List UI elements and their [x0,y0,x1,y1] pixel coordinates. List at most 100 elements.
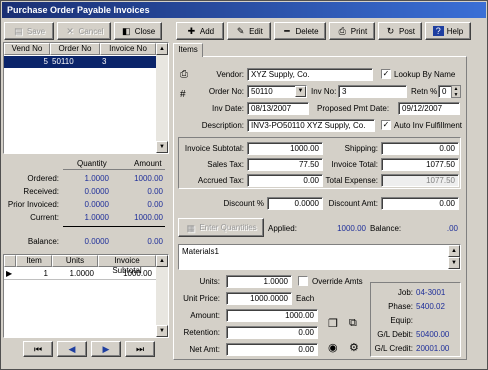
scroll-down-icon[interactable]: ▼ [156,325,168,337]
auto-fulfillment-label: Auto Inv Fulfillment [394,121,463,130]
window-title: Purchase Order Payable Invoices [2,2,486,18]
applied-label: Applied: [268,224,297,233]
col-order-no[interactable]: Order No [50,43,100,55]
inv-date-label: Inv Date: [211,104,244,113]
equip-label: Equip: [390,316,413,325]
scroll-up-icon[interactable]: ▲ [156,43,168,55]
accrued-tax-field[interactable]: 0.00 [247,174,323,187]
prior-invoiced-label: Prior Invoiced: [7,200,59,209]
row-pointer-icon: ▶ [6,269,13,278]
subtotal-field[interactable]: 1000.00 [247,142,323,155]
units-cell: 1.0000 [69,269,94,278]
print-button[interactable]: ⎙ Print [329,22,375,40]
amt-header: Amount [134,159,162,168]
col-item[interactable]: Item [16,255,52,267]
qty-header: Quantity [77,159,107,168]
prev-record-button[interactable]: ◀ [57,341,87,357]
description-label: Description: [201,121,244,130]
items-grid: Item Units Invoice Subtotal ▶ 1 1.0000 1… [3,254,169,338]
scroll-down-icon[interactable]: ▼ [156,141,168,153]
last-record-button[interactable]: ⏭ [125,341,155,357]
received-qty: 0.0000 [84,187,109,196]
description-field[interactable]: INV3-PO50110 XYZ Supply, Co. [247,119,375,132]
auto-fulfillment-checkbox[interactable]: ✓ [381,120,391,130]
ordered-qty: 1.0000 [84,174,109,183]
divider [63,226,165,227]
override-amts-checkbox[interactable] [298,276,308,286]
vendor-label: Vendor: [216,70,244,79]
inv-date-field[interactable]: 08/13/2007 [247,102,309,115]
gl-credit-value: 20001.00 [416,344,450,353]
cancel-button[interactable]: ✕ Cancel [57,22,111,40]
job-info-panel: Job: 04-3001 Phase: 5400.02 Equip: G/L D… [370,282,461,357]
printer-icon[interactable]: ⎙ [180,69,188,80]
sales-tax-field[interactable]: 77.50 [247,158,323,171]
col-invoice-no[interactable]: Invoice No [100,43,156,55]
retention-field[interactable]: 0.00 [226,326,318,339]
discount-pct-label: Discount % [223,199,264,208]
prev-arrow-icon: ◀ [68,344,76,354]
add-label: Add [199,26,215,36]
delete-button[interactable]: ━ Delete [274,22,326,40]
divider [63,169,165,170]
save-button[interactable]: ▤ Save [4,22,54,40]
items-tab-panel: ⎙ # Vendor: XYZ Supply, Co. ✓ Lookup By … [173,56,467,360]
col-invoice-subtotal[interactable]: Invoice Subtotal [98,255,156,275]
unit-price-label: Unit Price: [183,294,220,303]
list-row[interactable]: 5 50110 3 [4,56,156,68]
order-no-cell: 50110 [52,57,74,66]
pmt-date-field[interactable]: 09/12/2007 [398,102,460,115]
invoice-total-field[interactable]: 1077.50 [381,158,459,171]
net-amt-field[interactable]: 0.00 [226,343,318,356]
ordered-amt: 1000.00 [134,174,163,183]
memo-field[interactable]: Materials1 ▲ ▼ [178,244,461,270]
lookup-by-name-checkbox[interactable]: ✓ [381,69,391,79]
row-indicator-header [4,255,16,267]
gl-debit-label: G/L Debit: [377,330,413,339]
globe-icon[interactable]: ◉ [328,341,338,354]
split-icon[interactable]: ⧉ [349,317,357,330]
list-scrollbar[interactable]: ▲ ▼ [156,43,168,153]
table-row[interactable]: ▶ 1 1.0000 1000.00 [4,268,156,280]
last-icon: ⏭ [135,344,145,354]
tab-items[interactable]: Items [173,43,203,57]
pmt-date-label: Proposed Pmt Date: [317,104,390,113]
retn-spinner-icon[interactable]: ▲ ▼ [451,85,461,98]
copy-icon[interactable]: ❐ [328,317,338,330]
lookup-by-name-label: Lookup By Name [394,70,456,79]
enter-quantities-button[interactable]: ▦ Enter Quantities [178,218,264,237]
items-scrollbar[interactable]: ▲ ▼ [156,255,168,337]
scroll-down-icon[interactable]: ▼ [448,257,460,269]
col-units[interactable]: Units [52,255,98,267]
scroll-up-icon[interactable]: ▲ [448,245,460,257]
print-label: Print [350,26,368,36]
order-no-dropdown-icon[interactable]: ▼ [295,86,306,97]
help-label: Help [446,26,464,36]
first-icon: ⏮ [33,344,43,354]
memo-scrollbar[interactable]: ▲ ▼ [448,245,460,269]
subtotal-cell: 1000.00 [123,269,152,278]
hash-icon[interactable]: # [180,89,186,100]
scroll-up-icon[interactable]: ▲ [156,255,168,267]
close-button[interactable]: ◧ Close [114,22,162,40]
edit-button[interactable]: ✎ Edit [227,22,271,40]
cancel-icon: ✕ [66,26,74,36]
inv-no-field[interactable]: 3 [338,85,407,98]
total-expense-field: 1077.50 [381,174,459,187]
enter-quantities-label: Enter Quantities [199,223,257,232]
first-record-button[interactable]: ⏮ [23,341,53,357]
amount-field[interactable]: 1000.00 [226,309,318,322]
units-field[interactable]: 1.0000 [226,275,292,288]
col-vend-no[interactable]: Vend No [4,43,50,55]
vendor-field[interactable]: XYZ Supply, Co. [247,68,373,81]
discount-amt-field[interactable]: 0.00 [381,197,459,210]
add-button[interactable]: ✚ Add [176,22,224,40]
help-button[interactable]: ? Help [425,22,471,40]
post-button[interactable]: ↻ Post [378,22,422,40]
shipping-field[interactable]: 0.00 [381,142,459,155]
po-invoice-window: Purchase Order Payable Invoices ▤ Save ✕ C… [0,0,488,370]
distribute-icon[interactable]: ⚙ [349,341,359,354]
printer-icon: ⎙ [338,26,346,36]
next-record-button[interactable]: ▶ [91,341,121,357]
unit-price-field[interactable]: 1000.0000 [226,292,292,305]
